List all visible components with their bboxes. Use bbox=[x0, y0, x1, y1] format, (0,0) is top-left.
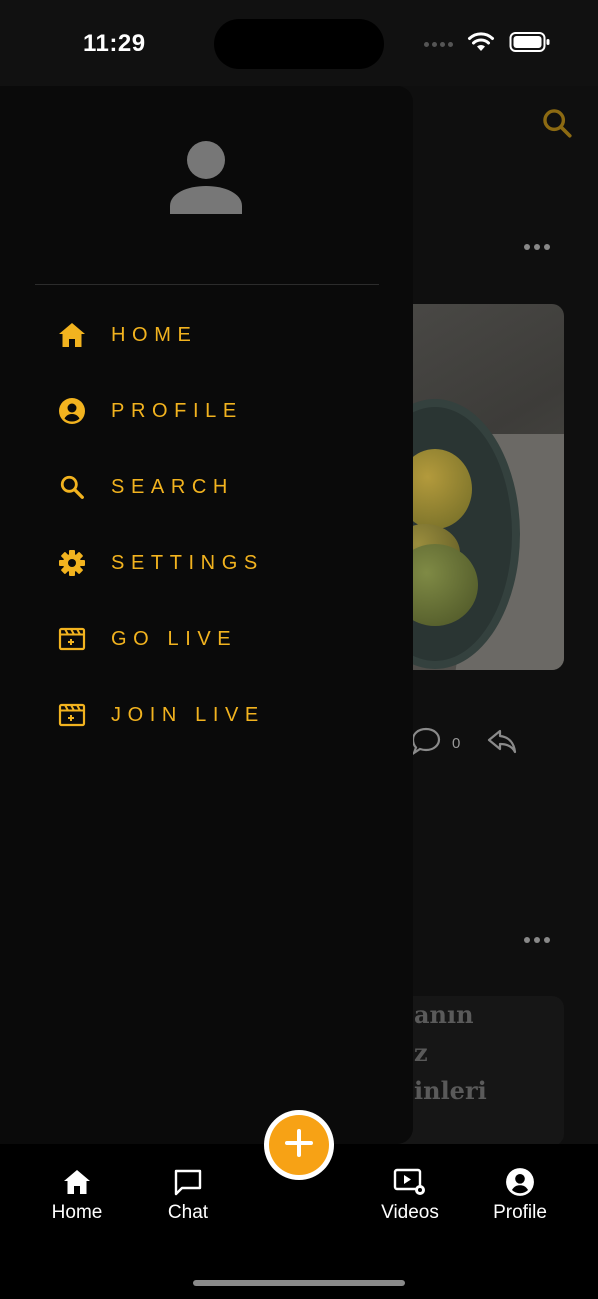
menu-item-search[interactable]: SEARCH bbox=[56, 467, 234, 507]
plus-icon bbox=[284, 1128, 314, 1163]
home-indicator[interactable] bbox=[193, 1280, 405, 1286]
nav-item-label: Profile bbox=[493, 1202, 547, 1223]
navigation-drawer: HOME PROFILE SEARCH SETTINGS GO LIVE JOI… bbox=[0, 86, 413, 1144]
menu-item-profile[interactable]: PROFILE bbox=[56, 391, 243, 431]
post-actions: 0 bbox=[410, 726, 518, 761]
drawer-divider bbox=[35, 284, 379, 285]
menu-item-label: JOIN LIVE bbox=[111, 703, 265, 726]
status-time: 11:29 bbox=[83, 30, 146, 57]
live-clapper-icon bbox=[56, 623, 88, 655]
account-circle-icon bbox=[505, 1166, 535, 1198]
wifi-icon bbox=[467, 31, 495, 58]
nav-item-label: Chat bbox=[167, 1202, 209, 1223]
add-post-button[interactable] bbox=[264, 1110, 334, 1180]
search-icon[interactable] bbox=[540, 106, 574, 145]
menu-item-settings[interactable]: SETTINGS bbox=[56, 543, 264, 583]
video-settings-icon bbox=[393, 1166, 427, 1198]
nav-item-chat[interactable]: Chat bbox=[133, 1166, 243, 1224]
menu-item-label: GO LIVE bbox=[111, 627, 238, 650]
post-text-line: z bbox=[414, 1038, 428, 1067]
menu-item-label: HOME bbox=[111, 323, 198, 346]
menu-item-go-live[interactable]: GO LIVE bbox=[56, 619, 237, 659]
account-circle-icon bbox=[56, 395, 88, 427]
share-icon[interactable] bbox=[486, 727, 518, 760]
post-text-line: anın bbox=[414, 1000, 474, 1029]
home-icon bbox=[56, 319, 88, 351]
nav-item-profile[interactable]: Profile bbox=[465, 1166, 575, 1224]
post-more-options-icon[interactable] bbox=[524, 244, 550, 250]
status-bar: 11:29 bbox=[0, 0, 598, 86]
menu-item-label: SEARCH bbox=[111, 475, 234, 498]
dynamic-island bbox=[214, 19, 384, 69]
comment-count: 0 bbox=[452, 735, 461, 752]
nav-item-label: Home bbox=[51, 1202, 103, 1223]
cellular-signal-icon bbox=[424, 41, 453, 47]
home-icon bbox=[63, 1166, 91, 1198]
menu-item-join-live[interactable]: JOIN LIVE bbox=[56, 695, 265, 735]
nav-item-videos[interactable]: Videos bbox=[355, 1166, 465, 1224]
menu-item-label: PROFILE bbox=[111, 399, 243, 422]
post-text-line: inleri bbox=[414, 1076, 487, 1105]
person-icon[interactable] bbox=[168, 138, 244, 219]
chat-bubble-icon bbox=[173, 1166, 203, 1198]
battery-icon bbox=[509, 31, 551, 58]
nav-item-home[interactable]: Home bbox=[22, 1166, 132, 1224]
menu-item-label: SETTINGS bbox=[111, 551, 264, 574]
search-icon bbox=[56, 471, 88, 503]
post-more-options-icon[interactable] bbox=[524, 937, 550, 943]
menu-item-home[interactable]: HOME bbox=[56, 315, 197, 355]
nav-item-label: Videos bbox=[381, 1202, 439, 1223]
gear-icon bbox=[56, 547, 88, 579]
status-indicators bbox=[424, 30, 551, 58]
live-clapper-icon bbox=[56, 699, 88, 731]
comment-icon[interactable] bbox=[410, 726, 442, 761]
